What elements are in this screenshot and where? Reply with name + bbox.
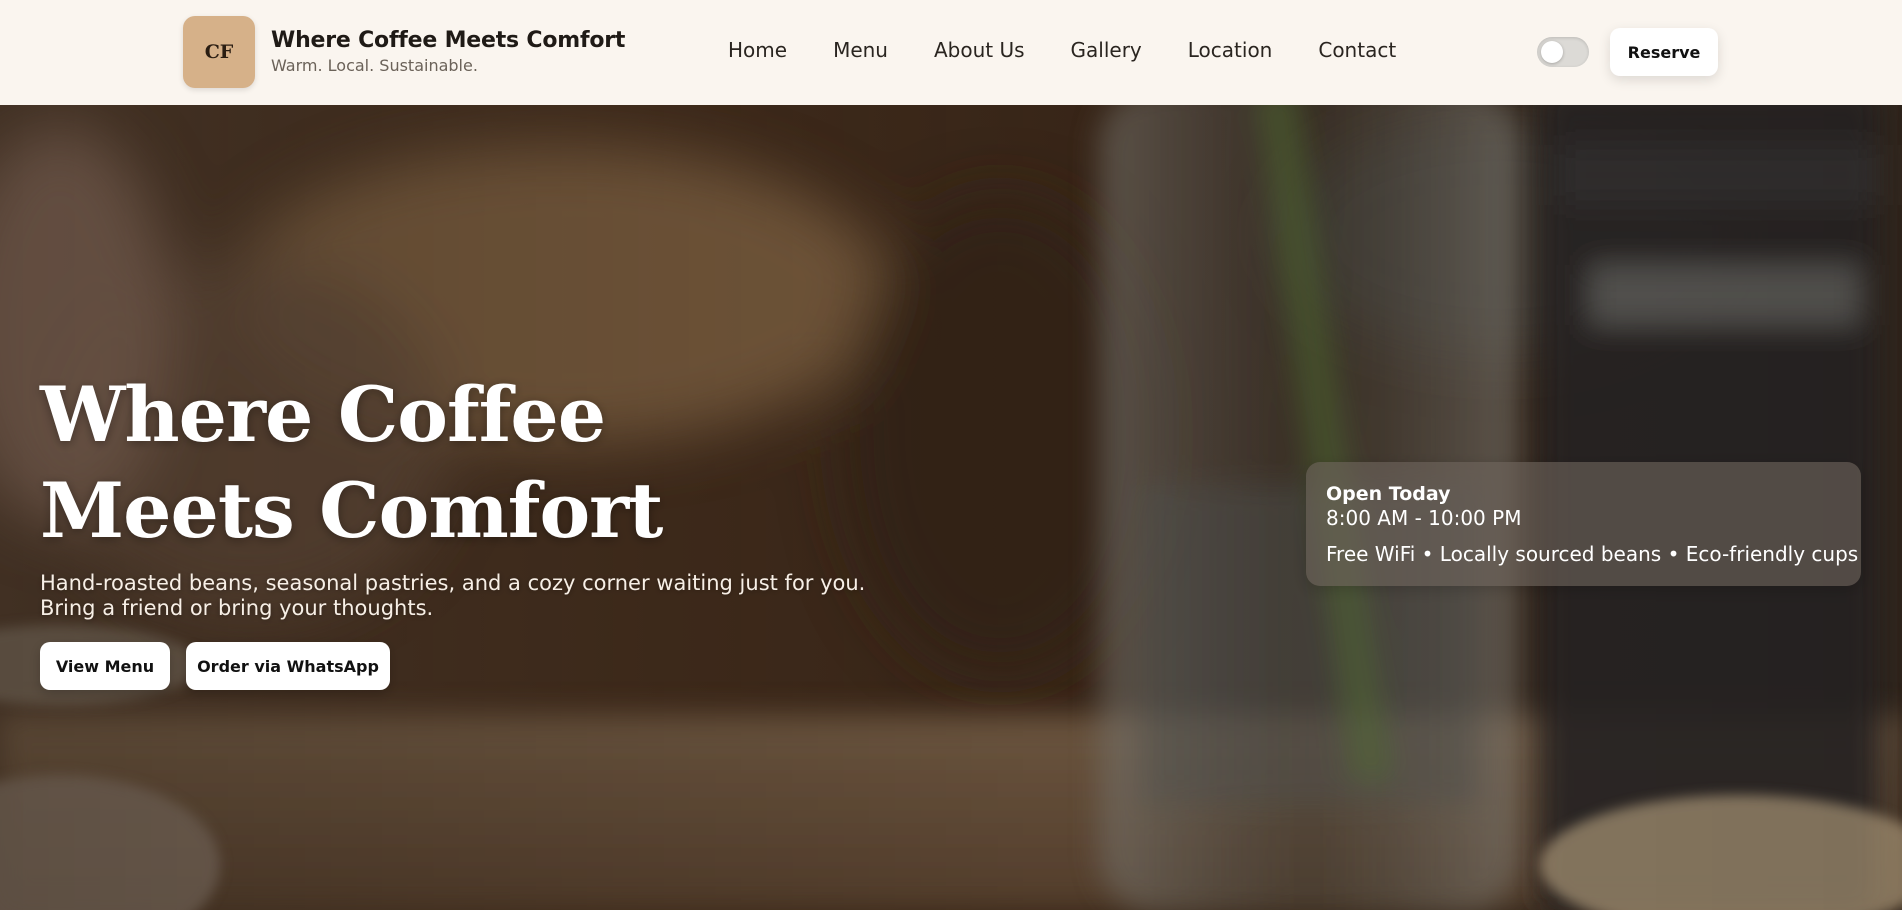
brand-title[interactable]: Where Coffee Meets Comfort [271, 28, 625, 53]
view-menu-button[interactable]: View Menu [40, 642, 170, 690]
brand-tagline: Warm. Local. Sustainable. [271, 56, 478, 75]
hero-section: Where Coffee Meets Comfort Hand-roasted … [0, 105, 1902, 910]
amenities-list: Free WiFi • Locally sourced beans • Eco-… [1326, 542, 1859, 566]
order-whatsapp-button[interactable]: Order via WhatsApp [186, 642, 390, 690]
opening-hours-card: Open Today 8:00 AM - 10:00 PM Free WiFi … [1306, 462, 1861, 586]
nav-gallery[interactable]: Gallery [1071, 38, 1142, 62]
logo-badge[interactable]: CF [183, 16, 255, 88]
hero-description: Hand-roasted beans, seasonal pastries, a… [40, 571, 866, 620]
nav-contact[interactable]: Contact [1318, 38, 1396, 62]
open-status: Open Today [1326, 483, 1451, 505]
site-header: CF Where Coffee Meets Comfort Warm. Loca… [0, 0, 1902, 105]
opening-hours: 8:00 AM - 10:00 PM [1326, 506, 1522, 530]
theme-toggle[interactable] [1537, 37, 1589, 67]
logo-text: CF [204, 41, 234, 63]
toggle-knob [1541, 41, 1563, 63]
main-nav: Home Menu About Us Gallery Location Cont… [728, 38, 1396, 62]
nav-location[interactable]: Location [1188, 38, 1273, 62]
nav-home[interactable]: Home [728, 38, 787, 62]
nav-menu[interactable]: Menu [833, 38, 888, 62]
hero-title: Where Coffee Meets Comfort [40, 370, 663, 555]
nav-about-us[interactable]: About Us [934, 38, 1025, 62]
reserve-button[interactable]: Reserve [1610, 28, 1718, 76]
